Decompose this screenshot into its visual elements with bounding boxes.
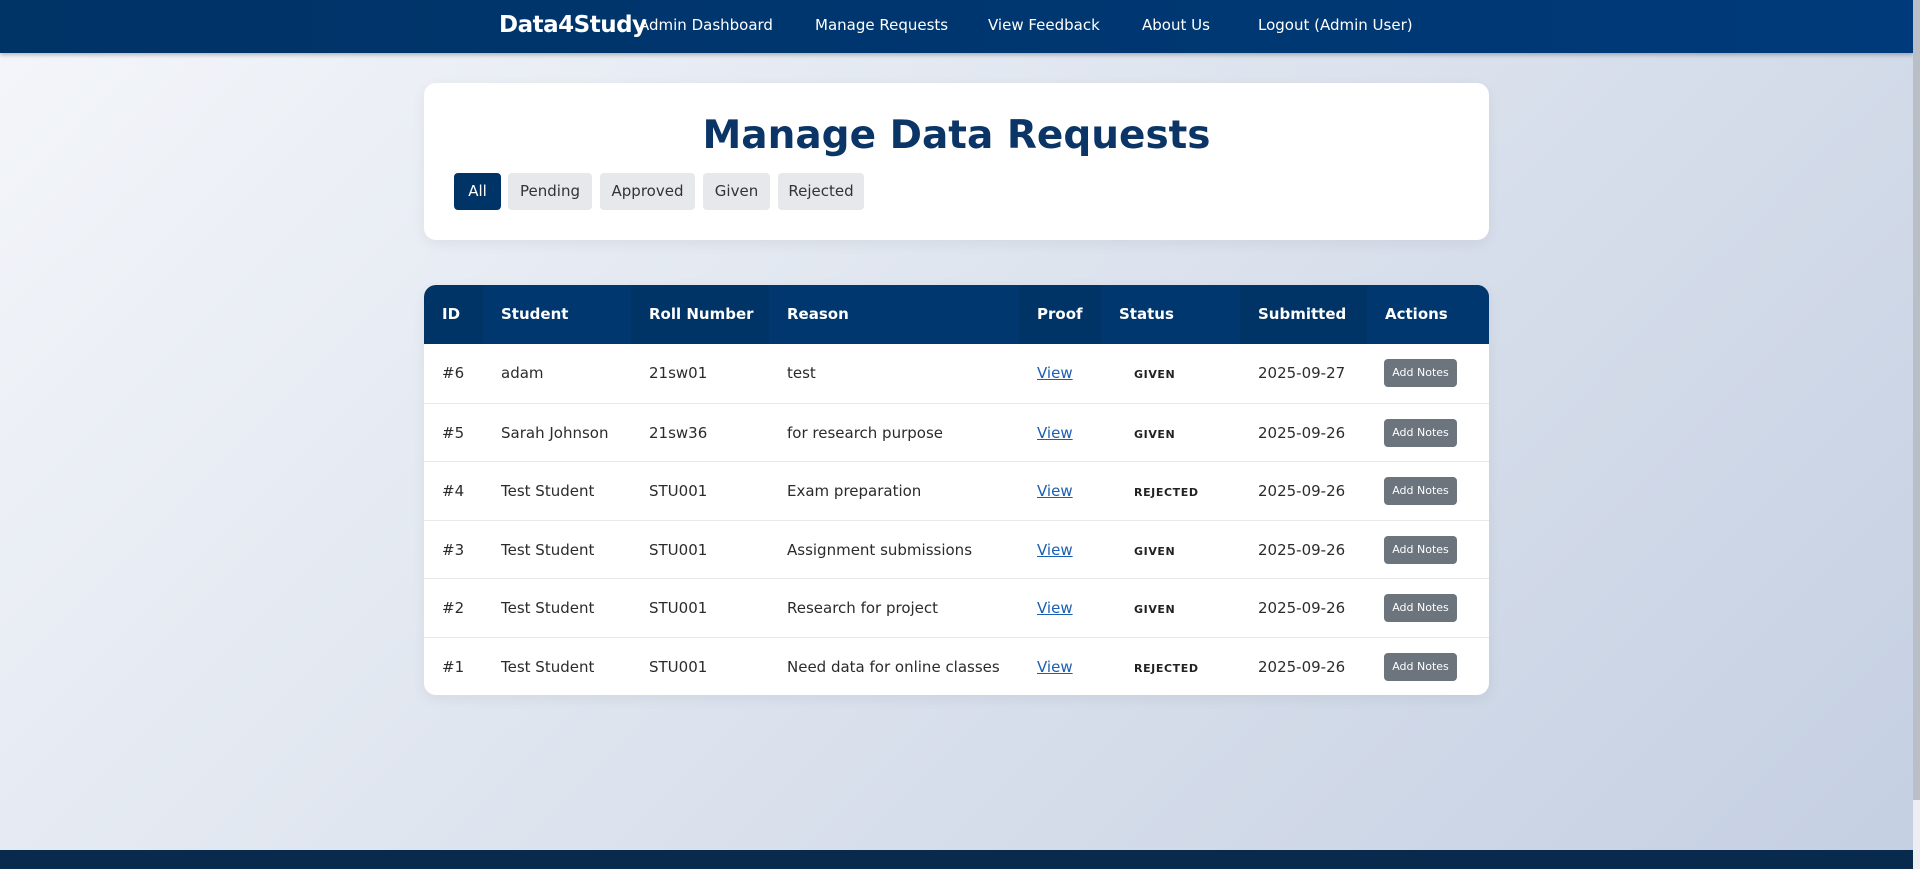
- cell-id: #3: [442, 540, 465, 559]
- status-badge: GIVEN: [1134, 544, 1176, 558]
- header-student: Student: [483, 285, 631, 344]
- cell-reason: Need data for online classes: [787, 657, 1000, 676]
- cell-reason: test: [787, 364, 816, 382]
- cell-roll-number: STU001: [649, 540, 708, 559]
- cell-id: #6: [442, 364, 465, 382]
- proof-view-link[interactable]: View: [1037, 424, 1073, 442]
- cell-proof: View: [1037, 521, 1073, 579]
- table-header: ID Student Roll Number Reason Proof Stat…: [424, 285, 1489, 344]
- nav-about-us[interactable]: About Us: [1142, 16, 1210, 34]
- cell-submitted: 2025-09-26: [1258, 599, 1346, 617]
- cell-status: GIVEN: [1134, 579, 1175, 637]
- header-status: Status: [1101, 285, 1240, 344]
- cell-reason: Exam preparation: [787, 482, 922, 500]
- cell-reason: Research for project: [787, 599, 939, 617]
- cell-id: #2: [442, 599, 465, 617]
- status-badge: GIVEN: [1134, 427, 1176, 441]
- page-title: Manage Data Requests: [702, 113, 1211, 158]
- add-notes-button[interactable]: Add Notes: [1384, 418, 1457, 447]
- cell-status: GIVEN: [1134, 404, 1175, 462]
- filter-given-button[interactable]: Given: [703, 173, 770, 210]
- footer: [0, 850, 1913, 869]
- table-row: #5 Sarah Johnson 21sw36 for research purpos…: [424, 402, 1489, 462]
- proof-view-link[interactable]: View: [1037, 541, 1073, 559]
- cell-student: Sarah Johnson: [501, 423, 609, 442]
- scrollbar-thumb[interactable]: [1913, 0, 1920, 800]
- table-row: #1 Test Student STU001 Need data for online…: [424, 636, 1489, 696]
- cell-id: #1: [442, 657, 465, 676]
- nav-view-feedback[interactable]: View Feedback: [988, 16, 1100, 34]
- status-badge: GIVEN: [1134, 603, 1176, 616]
- requests-table: ID Student Roll Number Reason Proof Stat…: [424, 285, 1489, 695]
- proof-view-link[interactable]: View: [1037, 364, 1073, 382]
- cell-status: GIVEN: [1134, 521, 1175, 579]
- cell-id: #5: [442, 423, 465, 442]
- cell-roll-number: STU001: [649, 599, 708, 617]
- header-actions: Actions: [1367, 285, 1489, 344]
- cell-student: adam: [501, 364, 544, 382]
- table-row: #3 Test Student STU001 Assignment submissio…: [424, 519, 1489, 579]
- filter-approved-button[interactable]: Approved: [600, 173, 695, 210]
- table-row: #6 adam 21sw01 test View GIVEN 2025-09-27 Add N…: [424, 344, 1489, 403]
- cell-roll-number: STU001: [649, 657, 708, 676]
- cell-proof: View: [1037, 344, 1073, 402]
- filter-rejected-button[interactable]: Rejected: [778, 173, 864, 210]
- cell-id: #4: [442, 482, 465, 500]
- navbar: Data4Study Admin Dashboard Manage Reques…: [0, 0, 1913, 53]
- nav-admin-dashboard[interactable]: Admin Dashboard: [639, 16, 773, 34]
- add-notes-button[interactable]: Add Notes: [1384, 359, 1457, 387]
- brand-logo[interactable]: Data4Study: [499, 12, 647, 38]
- cell-status: GIVEN: [1134, 344, 1175, 402]
- filter-pending-button[interactable]: Pending: [508, 173, 592, 210]
- header-reason: Reason: [769, 285, 1019, 344]
- add-notes-button[interactable]: Add Notes: [1384, 535, 1457, 564]
- cell-submitted: 2025-09-26: [1258, 482, 1346, 500]
- add-notes-button[interactable]: Add Notes: [1384, 652, 1457, 681]
- scrollbar-track[interactable]: [1913, 0, 1920, 869]
- cell-reason: for research purpose: [787, 423, 943, 442]
- cell-reason: Assignment submissions: [787, 540, 973, 559]
- proof-view-link[interactable]: View: [1037, 658, 1073, 676]
- nav-logout[interactable]: Logout (Admin User): [1258, 16, 1413, 34]
- nav-manage-requests[interactable]: Manage Requests: [815, 16, 948, 34]
- header-roll-number: Roll Number: [649, 305, 754, 323]
- cell-student: Test Student: [501, 482, 595, 500]
- cell-student: Test Student: [501, 657, 595, 676]
- cell-submitted: 2025-09-26: [1258, 540, 1346, 559]
- table-row: #2 Test Student STU001 Research for project…: [424, 578, 1489, 637]
- cell-roll-number: 21sw36: [649, 423, 708, 442]
- status-badge: REJECTED: [1134, 661, 1199, 675]
- cell-proof: View: [1037, 462, 1073, 520]
- add-notes-button[interactable]: Add Notes: [1384, 477, 1457, 505]
- cell-proof: View: [1037, 638, 1073, 696]
- cell-student: Test Student: [501, 599, 595, 617]
- filter-all-button[interactable]: All: [454, 173, 501, 210]
- cell-proof: View: [1037, 404, 1073, 462]
- cell-roll-number: 21sw01: [649, 364, 708, 382]
- proof-view-link[interactable]: View: [1037, 599, 1073, 617]
- cell-proof: View: [1037, 579, 1073, 637]
- cell-student: Test Student: [501, 540, 595, 559]
- header-id: ID: [442, 305, 461, 323]
- cell-submitted: 2025-09-27: [1258, 364, 1346, 382]
- cell-submitted: 2025-09-26: [1258, 657, 1346, 676]
- header-proof: Proof: [1037, 305, 1083, 323]
- table-row: #4 Test Student STU001 Exam preparation View…: [424, 461, 1489, 520]
- status-badge: GIVEN: [1134, 368, 1176, 381]
- header-submitted: Submitted: [1258, 305, 1347, 323]
- cell-status: REJECTED: [1134, 462, 1199, 520]
- cell-status: REJECTED: [1134, 638, 1199, 696]
- header-card: Manage Data Requests All Pending Approve…: [424, 83, 1489, 240]
- cell-roll-number: STU001: [649, 482, 708, 500]
- add-notes-button[interactable]: Add Notes: [1384, 594, 1457, 622]
- cell-submitted: 2025-09-26: [1258, 423, 1346, 442]
- status-badge: REJECTED: [1134, 486, 1199, 499]
- proof-view-link[interactable]: View: [1037, 482, 1073, 500]
